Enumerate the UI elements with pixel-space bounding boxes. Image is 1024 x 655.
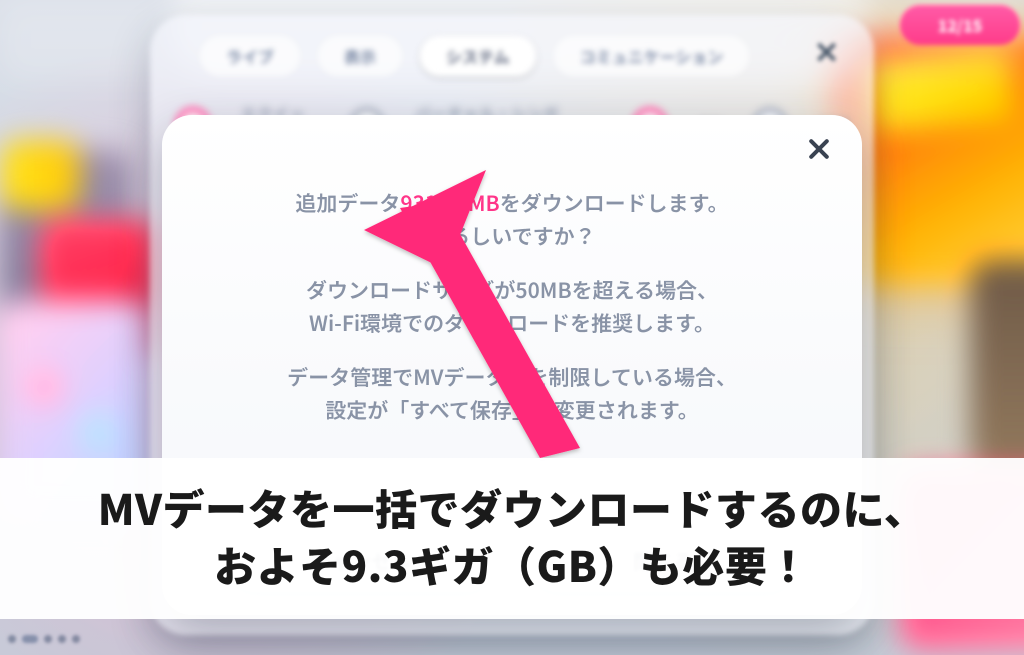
screenshot-stage: ライブ 表示 システム コミュニケーション ✕ 12/15 エクイップ バーチャ… <box>0 0 1024 655</box>
settings-tabs: ライブ 表示 システム コミュニケーション <box>200 26 874 86</box>
dialog-body: 追加データ9312.3MBをダウンロードします。 よろしいですか？ ダウンロード… <box>162 187 862 426</box>
tab-display[interactable]: 表示 <box>318 36 402 76</box>
dialog-line2: よろしいですか？ <box>428 221 595 251</box>
settings-close-icon[interactable]: ✕ <box>814 28 854 68</box>
dialog-line1-post: をダウンロードします。 <box>500 188 729 218</box>
pager-dots <box>8 635 80 643</box>
gem-counter: 12/15 <box>900 5 1020 45</box>
annotation-line2: およそ9.3ギガ（GB）も必要！ <box>24 537 1000 593</box>
dialog-close-icon[interactable] <box>802 133 836 167</box>
annotation-banner: MVデータを一括でダウンロードするのに、 およそ9.3ギガ（GB）も必要！ <box>0 458 1024 619</box>
dialog-line4: Wi-Fi環境でのダウンロードを推奨します。 <box>309 308 715 338</box>
gem-count-value: 12/15 <box>938 13 983 37</box>
tab-communication[interactable]: コミュニケーション <box>554 36 750 76</box>
tab-system[interactable]: システム <box>420 36 536 76</box>
dialog-line3: ダウンロードサイズが50MBを超える場合、 <box>306 275 718 305</box>
dialog-line6: 設定が「すべて保存」に変更されます。 <box>325 395 699 425</box>
annotation-line1: MVデータを一括でダウンロードするのに、 <box>24 480 1000 536</box>
dialog-line5: データ管理でMVデータ数を制限している場合、 <box>287 362 737 392</box>
tab-live[interactable]: ライブ <box>200 36 300 76</box>
dialog-size-value: 9312.3MB <box>400 188 499 218</box>
dialog-line1-pre: 追加データ <box>295 188 400 218</box>
